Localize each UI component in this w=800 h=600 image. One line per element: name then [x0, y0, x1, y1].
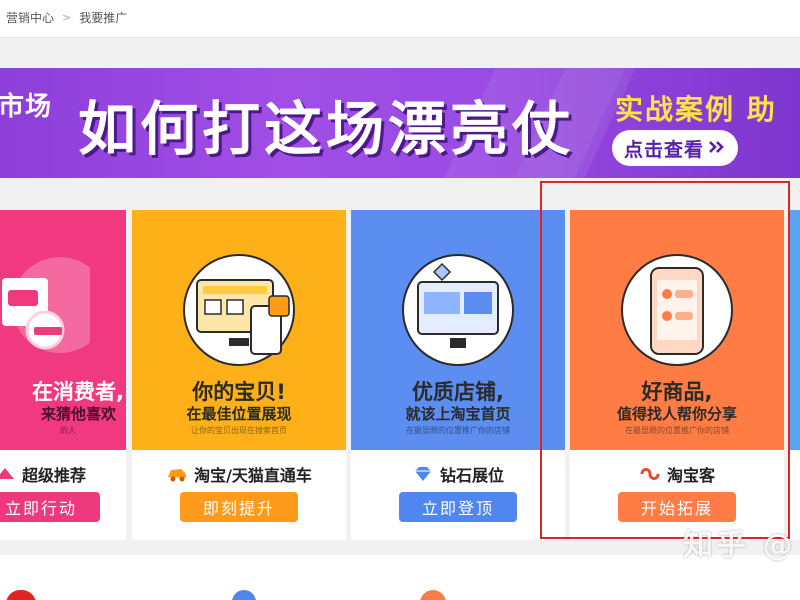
- card-product-name: 超级推荐: [21, 466, 86, 485]
- promo-card-next: [790, 210, 800, 540]
- card-headline: 优质店铺,: [412, 380, 504, 404]
- breadcrumb-separator: >: [62, 11, 72, 24]
- breadcrumb: 营销中心 > 我要推广: [6, 9, 127, 26]
- card-header: 你的宝贝! 在最佳位置展现 让你的宝贝出现在搜索首页: [132, 210, 346, 450]
- card-product: 淘宝/天猫直通车: [132, 462, 346, 486]
- card-action-button[interactable]: 即刻提升: [180, 492, 298, 522]
- breadcrumb-bar: 营销中心 > 我要推广: [0, 0, 800, 38]
- card-product: 超级推荐: [0, 462, 126, 486]
- promo-card-through-train: 你的宝贝! 在最佳位置展现 让你的宝贝出现在搜索首页 淘宝/天猫直通车 即刻提升: [132, 210, 346, 540]
- watermark: 知乎 @: [683, 528, 796, 563]
- banner-headline: 如何打这场漂亮仗: [78, 95, 575, 163]
- computer-shop-icon: [179, 250, 299, 370]
- banner-left-text: 市场: [0, 92, 53, 122]
- card-caption: 在最显眼的位置推广你的店铺: [406, 426, 510, 435]
- card-product: 钻石展位: [351, 462, 565, 486]
- double-chevron-right-icon: [708, 137, 726, 159]
- card-subheadline: 就该上淘宝首页: [405, 405, 511, 423]
- megaphone-icon: [0, 250, 108, 360]
- super-recommend-logo-icon: [0, 465, 16, 483]
- card-header: [790, 210, 800, 450]
- highlight-box: [540, 181, 790, 539]
- card-caption: 让你的宝贝出现在搜索首页: [191, 426, 287, 435]
- promo-card-super-recommend: 在消费者, 来猜他喜欢 的人 超级推荐 立即行动: [0, 210, 126, 540]
- card-headline: 你的宝贝!: [192, 380, 286, 404]
- banner-cta-button[interactable]: 点击查看: [612, 130, 738, 166]
- breadcrumb-current: 我要推广: [79, 11, 128, 25]
- promo-card-diamond-booth: 优质店铺, 就该上淘宝首页 在最显眼的位置推广你的店铺 钻石展位 立即登顶: [351, 210, 565, 540]
- card-action-button[interactable]: 立即登顶: [399, 492, 517, 522]
- promo-banner[interactable]: 市场 如何打这场漂亮仗 实战案例 助 点击查看: [0, 68, 800, 178]
- banner-subline: 实战案例 助: [615, 93, 777, 126]
- card-subheadline: 在最佳位置展现: [186, 405, 292, 423]
- monitor-icon: [398, 250, 518, 370]
- card-action-button[interactable]: 立即行动: [0, 492, 100, 522]
- next-row-preview: [0, 555, 800, 600]
- breadcrumb-root-link[interactable]: 营销中心: [6, 9, 54, 26]
- car-icon: [166, 465, 188, 483]
- card-subheadline: 来猜他喜欢: [40, 405, 116, 423]
- card-header: 在消费者, 来猜他喜欢 的人: [0, 210, 126, 450]
- page: 营销中心 > 我要推广 市场 如何打这场漂亮仗 实战案例 助 点击查看 在消费者…: [0, 0, 800, 600]
- diamond-icon: [412, 465, 434, 483]
- card-header: 优质店铺, 就该上淘宝首页 在最显眼的位置推广你的店铺: [351, 210, 565, 450]
- card-headline: 在消费者,: [32, 380, 124, 404]
- card-caption: 的人: [60, 426, 76, 435]
- card-product-name: 钻石展位: [439, 466, 504, 485]
- card-product-name: 淘宝/天猫直通车: [194, 466, 312, 485]
- banner-cta-label: 点击查看: [623, 138, 704, 161]
